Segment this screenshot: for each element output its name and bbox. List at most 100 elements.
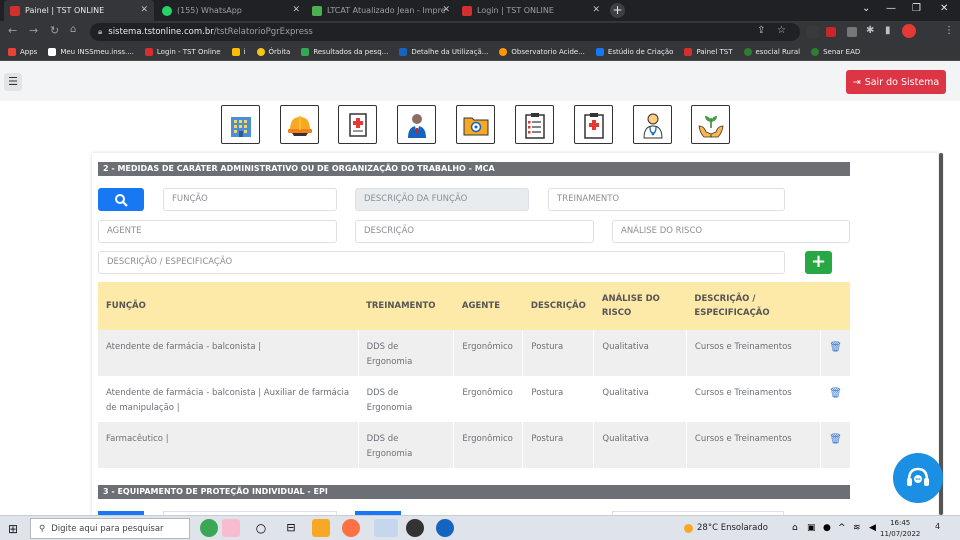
- browser-tab-strip: Painel | TST ONLINE ✕ (155) WhatsApp ✕ L…: [0, 0, 960, 21]
- sidebar-icon[interactable]: ▮: [885, 25, 891, 36]
- bookmark-item[interactable]: Painel TST: [684, 47, 733, 56]
- maximize-icon[interactable]: ❐: [912, 3, 921, 14]
- worker-icon[interactable]: [397, 105, 436, 144]
- bookmark-item[interactable]: Login - TST Online: [144, 47, 221, 56]
- widgets-icon[interactable]: ⊟: [282, 519, 300, 537]
- cell-especificacao: Cursos e Treinamentos: [685, 422, 821, 468]
- extension-red-icon[interactable]: [826, 27, 836, 37]
- senar-icon: [811, 47, 820, 56]
- cell-analise: Qualitativa: [593, 422, 687, 468]
- firefox-icon[interactable]: [342, 519, 360, 537]
- descricao-especificacao-input[interactable]: DESCRIÇÃO / ESPECIFICAÇÃO: [98, 251, 785, 274]
- chrome-taskbar-icon[interactable]: [374, 519, 398, 537]
- tab-title: LTCAT Atualizado Jean - Impress: [327, 6, 445, 15]
- weather-status[interactable]: 28°C Ensolarado: [684, 523, 768, 533]
- bookmark-item[interactable]: Apps: [8, 47, 37, 56]
- cell-actions: 🗑︎: [820, 330, 850, 376]
- bookmark-item[interactable]: Órbita: [256, 47, 291, 56]
- cell-funcao: Atendente de farmácia - balconista | Aux…: [98, 376, 359, 422]
- windows-taskbar: ⊞ ⚲ Digite aqui para pesquisar ○ ⊟ 28°C …: [0, 515, 960, 540]
- weather-widget-icon[interactable]: [200, 519, 218, 537]
- address-bar[interactable]: 🔒︎ sistema.tstonline.com.br/tstRelatorio…: [90, 23, 800, 41]
- trash-icon[interactable]: 🗑︎: [829, 434, 842, 445]
- close-window-icon[interactable]: ✕: [940, 3, 948, 14]
- taskbar-search[interactable]: ⚲ Digite aqui para pesquisar: [30, 518, 190, 539]
- network-icon[interactable]: ⌂: [792, 523, 798, 533]
- bookmark-item[interactable]: Meu INSSmeu.inss....: [48, 47, 134, 56]
- logout-icon: ⇥: [852, 76, 861, 88]
- descricao-input[interactable]: DESCRIÇÃO: [355, 220, 594, 243]
- bookmark-item[interactable]: esocial Rural: [743, 47, 800, 56]
- puzzle-icon[interactable]: ✱: [866, 25, 874, 36]
- obs-icon[interactable]: [406, 519, 424, 537]
- share-icon[interactable]: ⇪: [757, 25, 765, 36]
- browser-tab-whatsapp[interactable]: (155) WhatsApp ✕: [156, 0, 306, 21]
- descricao-funcao-input[interactable]: DESCRIÇÃO DA FUNÇÃO: [355, 188, 529, 211]
- funcao-input[interactable]: FUNÇÃO: [163, 188, 337, 211]
- bookmark-label: Estúdio de Criação: [607, 47, 674, 56]
- reload-icon[interactable]: ↻: [50, 24, 59, 37]
- treinamento-input[interactable]: TREINAMENTO: [548, 188, 785, 211]
- bookmark-item[interactable]: Resultados da pesq...: [301, 47, 388, 56]
- agente-input[interactable]: AGENTE: [98, 220, 337, 243]
- new-tab-button[interactable]: +: [610, 3, 625, 18]
- close-tab-icon[interactable]: ✕: [292, 5, 300, 15]
- windows-start-icon[interactable]: ⊞: [8, 522, 18, 536]
- trash-icon[interactable]: 🗑︎: [829, 342, 842, 353]
- table-row: Atendente de farmácia - balconista | DDS…: [98, 330, 850, 376]
- analise-risco-input[interactable]: ANÁLISE DO RISCO: [612, 220, 850, 243]
- bookmark-label: Órbita: [268, 47, 291, 56]
- extension-gray-icon[interactable]: [847, 27, 857, 37]
- hard-hat-icon[interactable]: [280, 105, 319, 144]
- tst-icon: [144, 47, 153, 56]
- plant-hands-icon[interactable]: [691, 105, 730, 144]
- logout-button[interactable]: ⇥ Sair do Sistema: [846, 70, 946, 94]
- folder-icon[interactable]: [456, 105, 495, 144]
- medical-document-icon[interactable]: [338, 105, 377, 144]
- medical-clipboard-icon[interactable]: [574, 105, 613, 144]
- wifi-icon[interactable]: ≋: [853, 523, 861, 533]
- forward-icon[interactable]: →: [29, 24, 38, 37]
- cell-descricao: Postura: [522, 422, 594, 468]
- bookmark-item[interactable]: Detalhe da Utilizaçã...: [399, 47, 488, 56]
- minimize-icon[interactable]: —: [886, 3, 896, 14]
- clock[interactable]: 16:45 11/07/2022: [880, 518, 920, 540]
- browser-tab-painel[interactable]: Painel | TST ONLINE ✕: [4, 0, 154, 21]
- bookmark-item[interactable]: Observatorio Acide...: [499, 47, 585, 56]
- volume-icon[interactable]: ◀: [869, 523, 876, 533]
- file-explorer-icon[interactable]: [312, 519, 330, 537]
- microphone-icon[interactable]: ●: [823, 523, 831, 533]
- browser-tab-ltcat[interactable]: LTCAT Atualizado Jean - Impress ✕: [306, 0, 456, 21]
- profile-avatar-icon[interactable]: [902, 24, 916, 38]
- close-tab-icon[interactable]: ✕: [140, 5, 148, 15]
- tab-search-icon[interactable]: ⌄: [862, 3, 870, 14]
- menu-kebab-icon[interactable]: ⋮: [944, 25, 954, 36]
- chevron-up-icon[interactable]: ^: [838, 523, 846, 533]
- scrollbar-thumb[interactable]: [939, 153, 943, 515]
- bookmark-item[interactable]: i: [231, 47, 246, 56]
- search-button[interactable]: [98, 188, 144, 211]
- trash-icon[interactable]: 🗑︎: [829, 388, 842, 399]
- task-view-icon[interactable]: ○: [252, 519, 270, 537]
- doctor-icon[interactable]: [633, 105, 672, 144]
- close-tab-icon[interactable]: ✕: [592, 5, 600, 15]
- add-button[interactable]: +: [805, 251, 832, 274]
- clipboard-checklist-icon[interactable]: [515, 105, 554, 144]
- section-3-title: 3 - EQUIPAMENTO DE PROTEÇÃO INDIVIDUAL -…: [98, 485, 850, 499]
- bookmark-item[interactable]: Senar EAD: [811, 47, 860, 56]
- back-icon[interactable]: ←: [8, 24, 17, 37]
- browser-tab-login[interactable]: Login | TST ONLINE ✕: [456, 0, 606, 21]
- building-icon[interactable]: [221, 105, 260, 144]
- bookmark-star-icon[interactable]: ☆: [777, 25, 786, 36]
- bookmark-item[interactable]: Estúdio de Criação: [595, 47, 674, 56]
- extension-icon[interactable]: [807, 26, 819, 38]
- close-tab-icon[interactable]: ✕: [442, 5, 450, 15]
- camera-icon[interactable]: ▣: [807, 523, 816, 533]
- home-icon[interactable]: ⌂: [70, 24, 76, 35]
- app-icon[interactable]: [436, 519, 454, 537]
- tst-icon: [684, 47, 693, 56]
- notification-count[interactable]: 4: [935, 522, 940, 531]
- chart-app-icon[interactable]: [222, 519, 240, 537]
- support-chat-button[interactable]: [893, 453, 943, 503]
- menu-toggle-icon[interactable]: ☰: [4, 73, 22, 91]
